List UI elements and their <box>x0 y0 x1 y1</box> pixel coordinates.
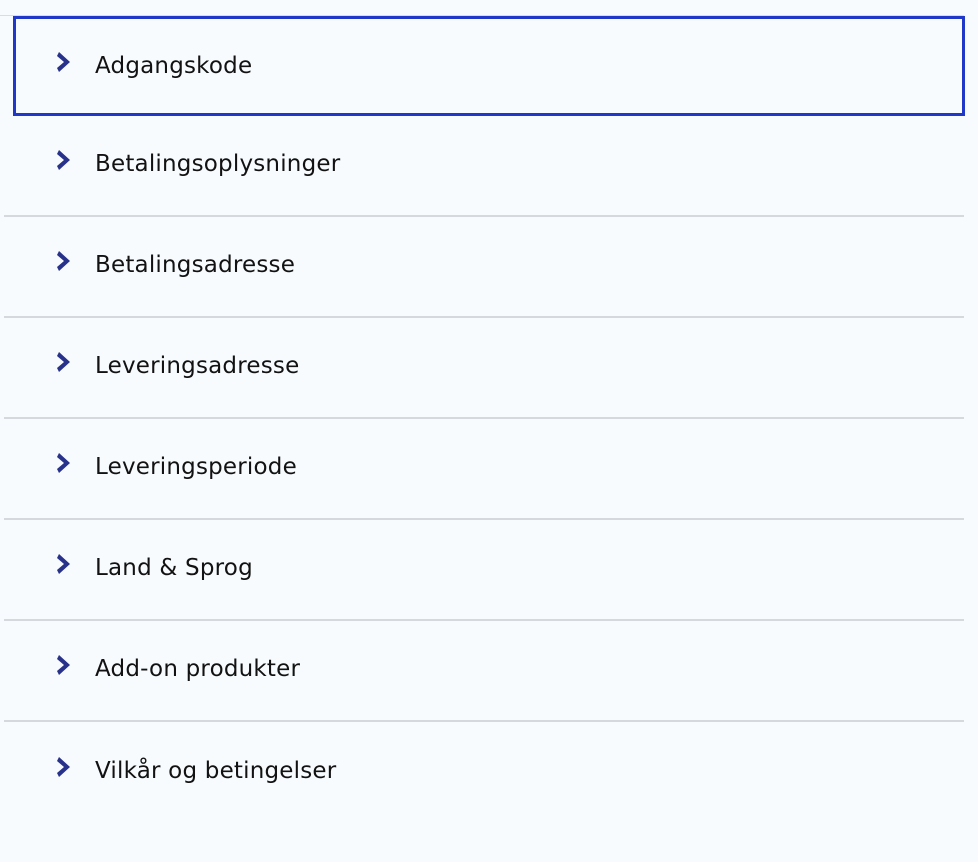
chevron-right-icon <box>55 249 75 273</box>
chevron-right-icon <box>55 552 75 576</box>
chevron-right-icon <box>55 148 75 172</box>
chevron-right-icon <box>55 350 75 374</box>
menu-item-land-sprog[interactable]: Land & Sprog <box>4 520 964 621</box>
settings-menu: Adgangskode Betalingsoplysninger Betalin… <box>4 16 965 823</box>
chevron-right-icon <box>55 755 75 779</box>
menu-item-leveringsperiode[interactable]: Leveringsperiode <box>4 419 964 520</box>
chevron-right-icon <box>55 50 75 74</box>
menu-item-label: Land & Sprog <box>95 554 253 581</box>
menu-item-label: Leveringsadresse <box>95 352 300 379</box>
menu-item-label: Betalingsadresse <box>95 251 296 278</box>
menu-item-vilkaar-og-betingelser[interactable]: Vilkår og betingelser <box>4 722 964 823</box>
menu-item-add-on-produkter[interactable]: Add-on produkter <box>4 621 964 722</box>
menu-item-label: Leveringsperiode <box>95 453 297 480</box>
menu-item-label: Add-on produkter <box>95 655 301 682</box>
menu-item-label: Adgangskode <box>95 53 253 79</box>
menu-item-adgangskode[interactable]: Adgangskode <box>13 16 965 116</box>
menu-item-label: Vilkår og betingelser <box>95 757 337 784</box>
chevron-right-icon <box>55 653 75 677</box>
menu-item-betalingsadresse[interactable]: Betalingsadresse <box>4 217 964 318</box>
chevron-right-icon <box>55 451 75 475</box>
menu-item-label: Betalingsoplysninger <box>95 150 341 177</box>
menu-item-leveringsadresse[interactable]: Leveringsadresse <box>4 318 964 419</box>
menu-item-betalingsoplysninger[interactable]: Betalingsoplysninger <box>4 116 964 217</box>
